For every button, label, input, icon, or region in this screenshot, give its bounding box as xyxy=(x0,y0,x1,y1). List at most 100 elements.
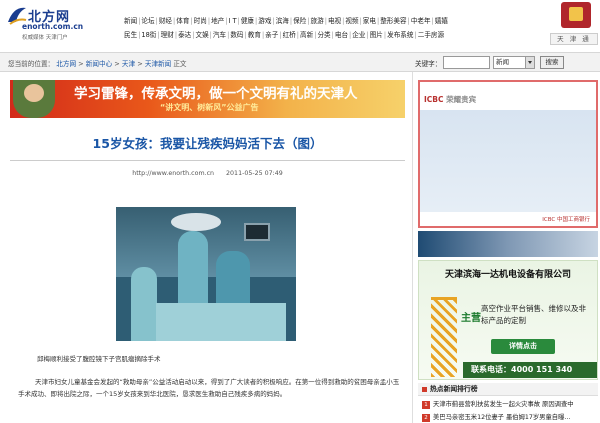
nav-separator: | xyxy=(255,17,258,25)
site-logo[interactable]: 北方网 enorth.com.cn 权威媒体 天津门户 xyxy=(6,4,116,42)
title-divider xyxy=(10,160,405,161)
nav-separator: | xyxy=(272,17,275,25)
nav-separator: | xyxy=(237,17,240,25)
main-nav-row-1: 新闻|论坛|财经|体育|时尚|地产|I T|健康|游戏|滨海|保险|旅游|电视|… xyxy=(124,15,544,25)
article-date: 2011-05-25 07:49 xyxy=(226,170,283,177)
nav-separator: | xyxy=(296,31,300,39)
breadcrumb-item[interactable]: 天津 xyxy=(122,60,135,68)
breadcrumb-item[interactable]: 北方网 xyxy=(56,60,76,68)
nav-link[interactable]: 嬉嬉 xyxy=(435,17,448,25)
breadcrumb-item[interactable]: 天津新闻 xyxy=(145,60,171,68)
icbc-ad[interactable]: ICBC 荣耀贵宾 ICBC 中国工商银行 xyxy=(418,80,598,228)
nav-link[interactable]: 视频 xyxy=(345,17,358,25)
banner-portrait xyxy=(13,80,55,118)
nav-link[interactable]: 文娱 xyxy=(195,31,208,39)
nav-separator: | xyxy=(207,17,211,25)
nav-link[interactable]: 汽车 xyxy=(213,31,226,39)
breadcrumb-separator: > xyxy=(114,60,120,68)
hot-news-link[interactable]: 天津市蓟县营利扶贫发生一起火灾事故 原因调查中 xyxy=(433,401,574,408)
hot-news-item[interactable]: 2 美巴马亲密玉米12位妻子 墨伯姆17岁男童自曝… xyxy=(422,412,571,422)
article-title: 15岁女孩：我要让残疾妈妈活下去（图） xyxy=(92,136,323,151)
nav-link[interactable]: 图片 xyxy=(370,31,383,39)
logo-domain: enorth.com.cn xyxy=(22,22,84,31)
ad-strip-image[interactable] xyxy=(418,231,598,257)
nav-link[interactable]: 整形美容 xyxy=(380,17,406,25)
nav-link[interactable]: 高新 xyxy=(300,31,313,39)
hot-news-item[interactable]: 1 天津市蓟县营利扶贫发生一起火灾事故 原因调查中 xyxy=(422,399,574,409)
nav-link[interactable]: 旅游 xyxy=(311,17,324,25)
nav-link[interactable]: 亲子 xyxy=(265,31,278,39)
nav-separator: | xyxy=(383,31,387,39)
nav-separator: | xyxy=(157,31,160,39)
nav-link[interactable]: 分类 xyxy=(317,31,330,39)
nav-link[interactable]: 电台 xyxy=(335,31,348,39)
nav-link[interactable]: 时尚 xyxy=(194,17,207,25)
search-scope-select[interactable]: 新闻 xyxy=(493,56,535,69)
nav-separator: | xyxy=(209,31,212,39)
nav-separator: | xyxy=(174,31,178,39)
promo-banner[interactable]: 学习雷锋，传承文明，做一个文明有礼的天津人 “讲文明、树新风”公益广告 xyxy=(10,80,405,118)
nav-separator: | xyxy=(173,17,176,25)
machinery-ad[interactable]: 天津滨海一达机电设备有限公司 主营 高空作业平台销售、维修以及非标产品的定制 详… xyxy=(418,260,598,380)
article-source-link[interactable]: http://www.enorth.com.cn xyxy=(132,170,214,177)
ad-detail-button[interactable]: 详情点击 xyxy=(491,339,555,354)
breadcrumb-separator: > xyxy=(137,60,143,68)
column-divider xyxy=(412,72,413,423)
nav-link[interactable]: 二手房源 xyxy=(418,31,444,39)
nav-link[interactable]: 家电 xyxy=(363,17,376,25)
nav-link[interactable]: 泰达 xyxy=(178,31,191,39)
breadcrumb-separator: > xyxy=(78,60,84,68)
article-photo xyxy=(116,207,296,341)
nav-link[interactable]: 论坛 xyxy=(141,17,154,25)
nav-link[interactable]: 民生 xyxy=(124,31,137,39)
edition-button[interactable]: 天 津 通 xyxy=(550,33,598,45)
nav-link[interactable]: 地产 xyxy=(211,17,224,25)
breadcrumb-item[interactable]: 新闻中心 xyxy=(86,60,112,68)
nav-link[interactable]: 发布系统 xyxy=(387,31,413,39)
nav-link[interactable]: 保险 xyxy=(293,17,306,25)
nav-separator: | xyxy=(414,31,417,39)
nav-link[interactable]: 游戏 xyxy=(258,17,271,25)
nav-separator: | xyxy=(190,17,193,25)
breadcrumb-prefix: 您当前的位置： xyxy=(8,60,55,68)
nav-separator: | xyxy=(407,17,410,25)
icbc-logo: ICBC 荣耀贵宾 xyxy=(424,95,477,104)
banner-headline: 学习雷锋，传承文明，做一个文明有礼的天津人 xyxy=(74,86,358,102)
ad-phone: 联系电话：4000 151 340 xyxy=(463,362,597,378)
nav-separator: | xyxy=(279,31,282,39)
nav-link[interactable]: 理财 xyxy=(161,31,174,39)
ad-company-name: 天津滨海一达机电设备有限公司 xyxy=(444,270,571,280)
search-scope-value: 新闻 xyxy=(496,58,509,66)
main-nav-row-2: 民生|18街|理财|泰达|文娱|汽车|数码|教育|亲子|红桥|高新|分类|电台|… xyxy=(124,29,544,39)
hot-news-title: 热点新闻排行榜 xyxy=(418,383,598,396)
nav-separator: | xyxy=(366,31,369,39)
icbc-ad-footer: ICBC 中国工商银行 xyxy=(542,217,590,223)
nav-separator: | xyxy=(324,17,327,25)
corner-badge-icon[interactable] xyxy=(561,2,591,28)
nav-link[interactable]: 体育 xyxy=(176,17,189,25)
hot-news-link[interactable]: 美巴马亲密玉米12位妻子 墨伯姆17岁男童自曝… xyxy=(433,414,571,421)
search-button[interactable]: 搜索 xyxy=(540,56,564,69)
nav-separator: | xyxy=(289,17,293,25)
nav-link[interactable]: 电视 xyxy=(328,17,341,25)
nav-link[interactable]: 教育 xyxy=(248,31,261,39)
nav-separator: | xyxy=(307,17,310,25)
nav-link[interactable]: 财经 xyxy=(159,17,172,25)
nav-separator: | xyxy=(376,17,380,25)
nav-link[interactable]: 18街 xyxy=(141,31,156,39)
nav-link[interactable]: 数码 xyxy=(230,31,243,39)
nav-link[interactable]: 新闻 xyxy=(124,17,137,25)
nav-separator: | xyxy=(349,31,352,39)
nav-link[interactable]: 滨海 xyxy=(276,17,289,25)
ad-description: 高空作业平台销售、维修以及非标产品的定制 xyxy=(481,304,586,325)
search-input[interactable] xyxy=(443,56,490,69)
nav-link[interactable]: I T xyxy=(229,17,237,25)
nav-link[interactable]: 中老年 xyxy=(411,17,431,25)
banner-subtitle: “讲文明、树新风”公益广告 xyxy=(160,103,259,112)
photo-caption: 邱梅顺利接受了腹腔镜下子宫肌瘤摘除手术 xyxy=(37,355,161,363)
nav-link[interactable]: 红桥 xyxy=(283,31,296,39)
nav-separator: | xyxy=(431,17,434,25)
ad-brand: 主营 xyxy=(461,313,481,324)
nav-link[interactable]: 健康 xyxy=(241,17,254,25)
nav-link[interactable]: 企业 xyxy=(352,31,365,39)
